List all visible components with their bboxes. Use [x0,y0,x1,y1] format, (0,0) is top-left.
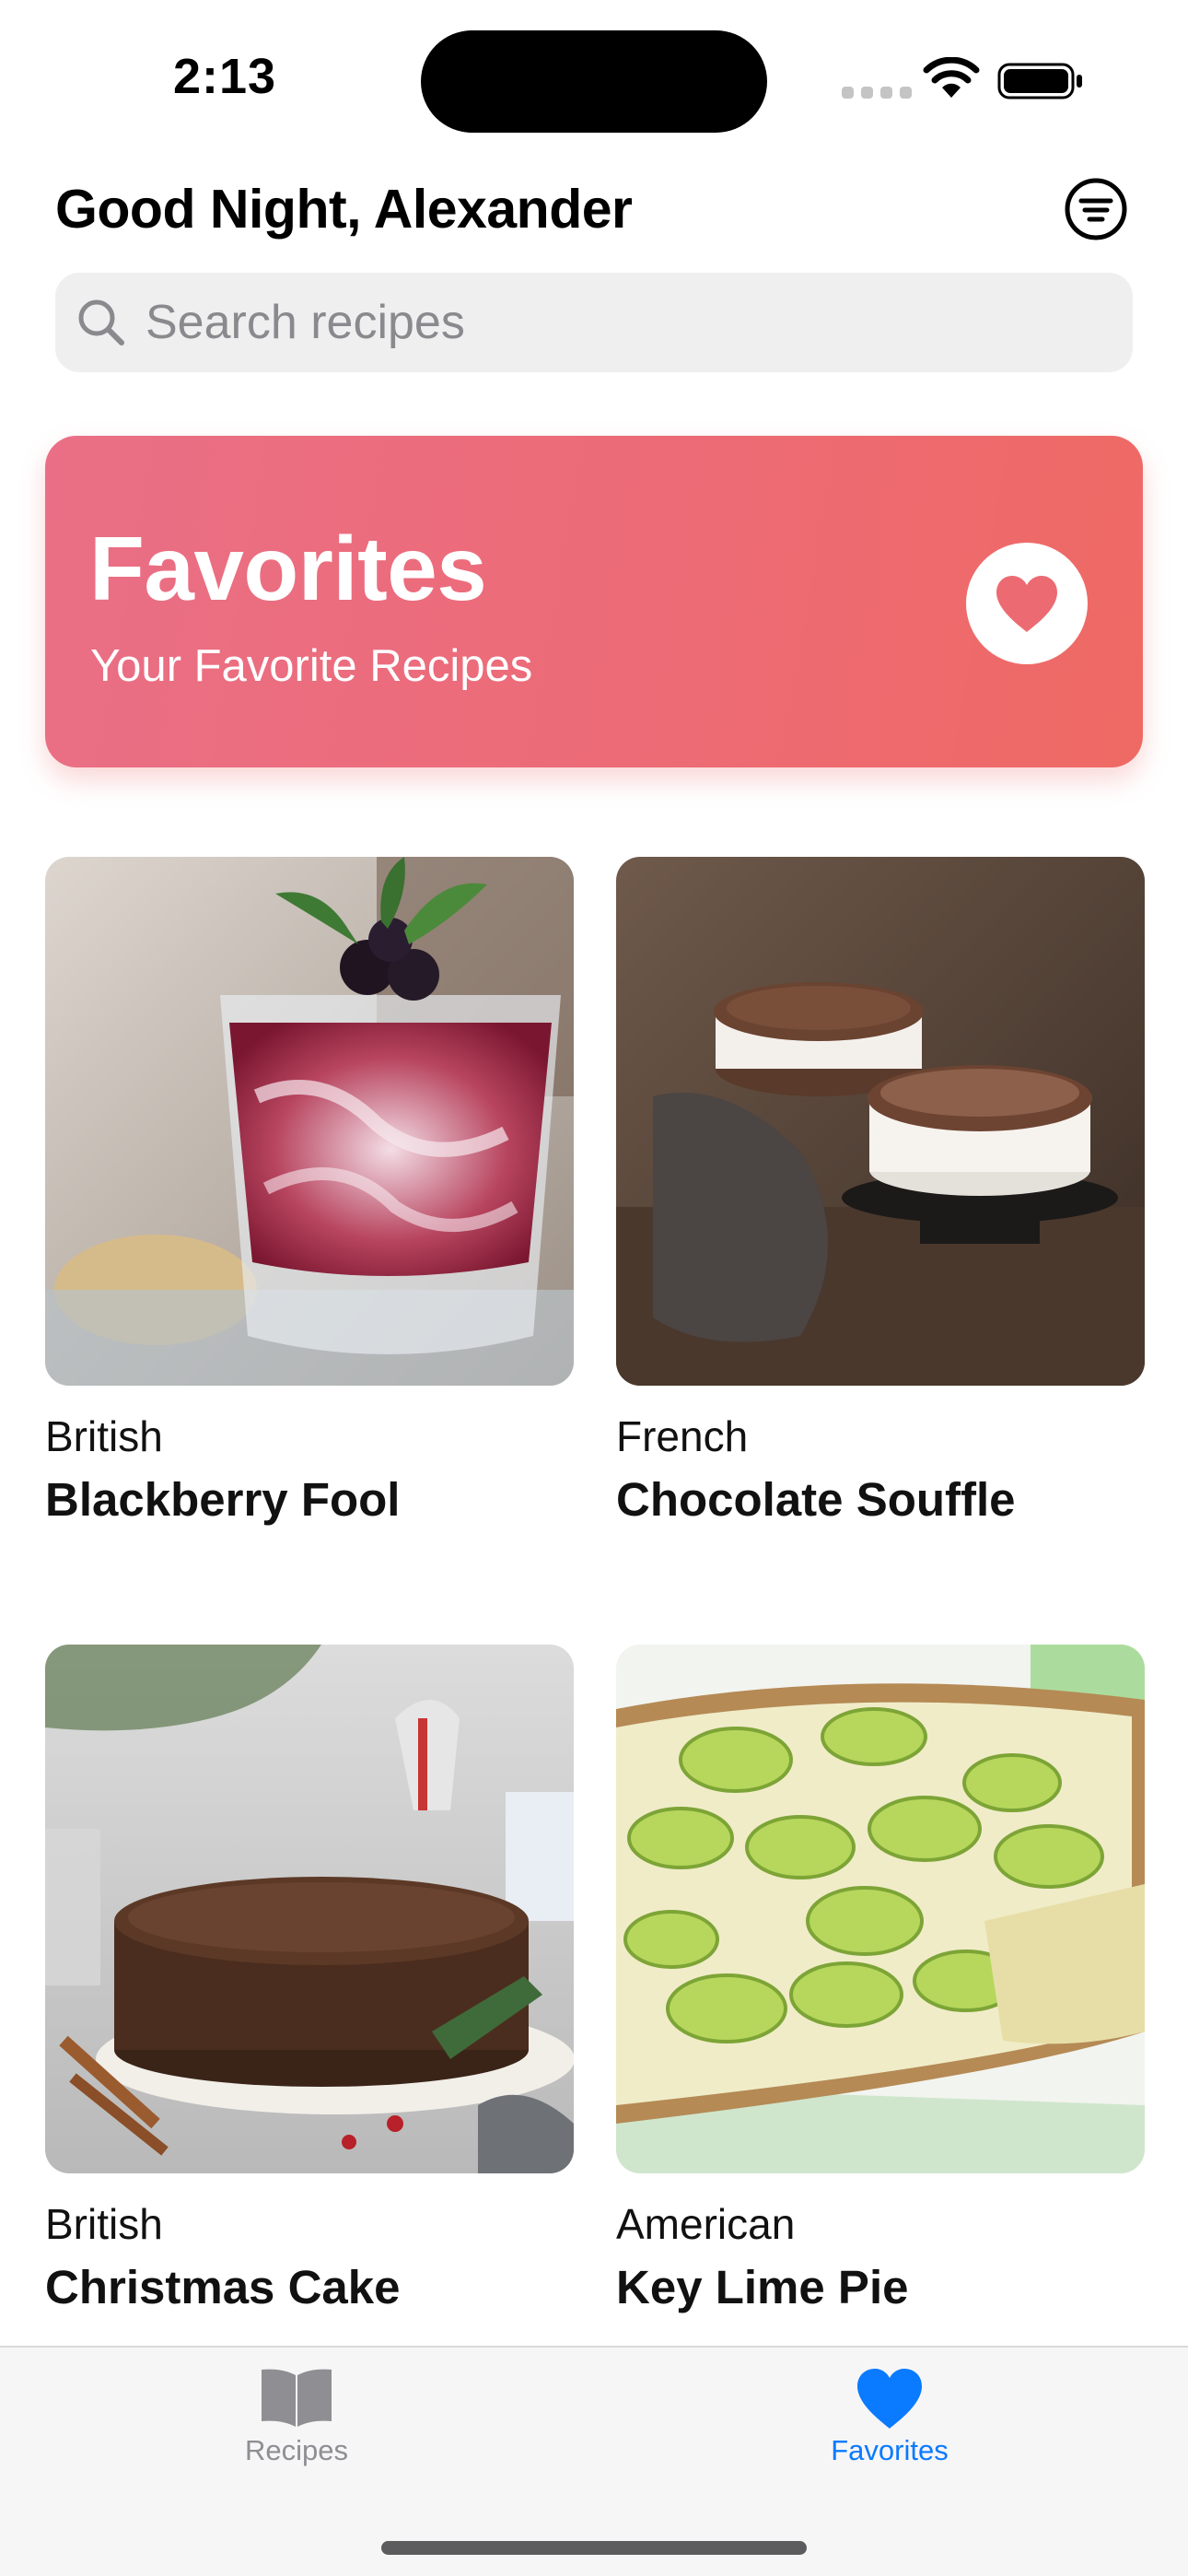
status-time: 2:13 [173,49,277,104]
greeting-title: Good Night, Alexander [55,179,633,240]
recipe-image-chocolate-souffle [616,857,1145,1386]
recipe-card[interactable]: American Key Lime Pie [616,1645,1145,2313]
recipe-image-blackberry-fool [45,857,574,1386]
recipe-card[interactable]: French Chocolate Souffle [616,857,1145,1526]
filter-icon[interactable] [1064,177,1128,241]
recipe-name: Chocolate Souffle [616,1473,1016,1526]
recipe-cuisine: French [616,1412,749,1460]
heart-icon [857,2369,922,2429]
recipe-card[interactable]: British Christmas Cake [45,1645,574,2313]
banner-title: Favorites [89,518,487,619]
heart-icon [996,576,1057,632]
dynamic-island [421,30,767,133]
tab-label-recipes: Recipes [245,2434,348,2466]
home-indicator[interactable] [381,2541,807,2555]
book-icon [262,2369,332,2427]
recipe-card[interactable]: British Blackberry Fool [45,857,574,1526]
banner-subtitle: Your Favorite Recipes [90,641,533,691]
recipe-cuisine: American [616,2200,796,2248]
recipe-name: Christmas Cake [45,2261,401,2313]
cellular-signal-icon [842,87,912,99]
tab-favorites[interactable]: Favorites [751,2366,1028,2467]
tab-recipes[interactable]: Recipes [158,2366,435,2467]
recipe-name: Blackberry Fool [45,1473,401,1526]
recipe-cuisine: British [45,1412,163,1460]
recipe-image-christmas-cake [45,1645,574,2173]
tab-label-favorites: Favorites [831,2434,949,2466]
search-icon [78,299,124,345]
battery-icon [997,63,1082,100]
search-bar[interactable]: Search recipes [55,273,1133,372]
recipe-name: Key Lime Pie [616,2261,909,2313]
search-input[interactable]: Search recipes [146,295,465,350]
app-screen: 2:13 Good Night, Alexander Search recipe… [0,0,1188,2576]
wifi-icon [923,57,980,98]
banner-heart-badge [966,543,1088,664]
recipe-cuisine: British [45,2200,163,2248]
favorites-banner[interactable]: Favorites Your Favorite Recipes [45,436,1143,767]
recipe-image-key-lime-pie [616,1645,1145,2173]
